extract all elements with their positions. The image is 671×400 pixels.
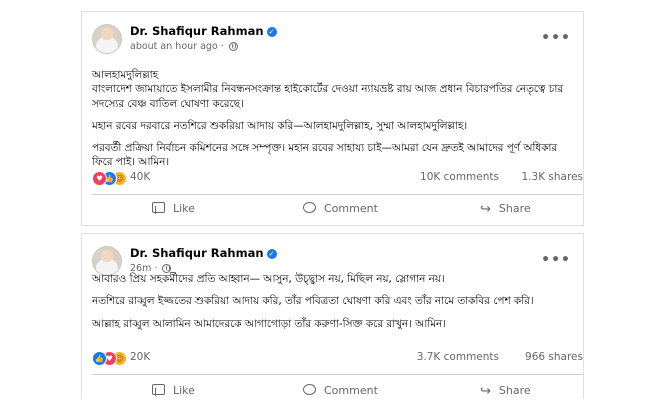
comment-bubble-icon xyxy=(303,202,316,213)
verified-badge-icon: ✓ xyxy=(266,26,277,37)
post-actions: Like Comment ↪ Share xyxy=(82,380,583,399)
post-timestamp[interactable]: about an hour ago xyxy=(130,41,218,52)
verified-badge-icon: ✓ xyxy=(266,248,277,259)
share-button[interactable]: ↪ Share xyxy=(480,198,531,220)
more-options-button[interactable]: ••• xyxy=(541,30,571,46)
avatar[interactable] xyxy=(92,24,122,54)
post-text: আলহামদুলিল্লাহ বাংলাদেশ জামায়াতে ইসলামী… xyxy=(92,68,573,178)
like-reaction-icon: 👍 xyxy=(92,351,107,366)
divider xyxy=(92,194,583,195)
post-paragraph: পরবর্তী প্রক্রিয়া নির্বাচন কমিশনের সঙ্গ… xyxy=(92,142,558,169)
comment-label: Comment xyxy=(324,202,378,215)
more-options-button[interactable]: ••• xyxy=(541,252,571,268)
post-text: আবারও প্রিয় সহকর্মীদের প্রতি আহ্বান— আস… xyxy=(92,272,573,339)
post-meta: about an hour ago · xyxy=(130,41,238,52)
share-label: Share xyxy=(498,384,531,397)
post-actions: Like Comment ↪ Share xyxy=(82,198,583,222)
author-name-text[interactable]: Dr. Shafiqur Rahman xyxy=(130,246,264,260)
like-button[interactable]: Like xyxy=(152,198,195,220)
post-paragraph: আলহামদুলিল্লাহ xyxy=(92,69,159,81)
post-paragraph: নতশিরে রাব্বুল ইজ্জতের শুকরিয়া আদায় কর… xyxy=(92,295,534,308)
post-paragraph: বাংলাদেশ জামায়াতে ইসলামীর নিবন্ধনসংক্রা… xyxy=(92,83,564,110)
divider xyxy=(92,374,583,375)
comment-bubble-icon xyxy=(303,384,316,395)
reactions-count[interactable]: 40K xyxy=(130,171,150,183)
post-stats: ♥ 👍 ☺ 40K 10K comments 1.3K shares xyxy=(92,171,583,187)
share-arrow-icon: ↪ xyxy=(480,384,491,399)
reactions-count[interactable]: 20K xyxy=(130,351,150,363)
globe-icon xyxy=(228,42,238,51)
like-label: Like xyxy=(173,202,195,215)
post-paragraph: আবারও প্রিয় সহকর্মীদের প্রতি আহ্বান— আস… xyxy=(92,273,445,285)
like-button[interactable]: Like xyxy=(152,380,195,399)
share-button[interactable]: ↪ Share xyxy=(480,380,531,399)
like-label: Like xyxy=(173,384,195,397)
comments-count[interactable]: 3.7K comments xyxy=(417,351,499,363)
thumbs-up-icon xyxy=(152,202,165,214)
share-label: Share xyxy=(498,202,531,215)
post-paragraph: মহান রবের দরবারে নতশিরে শুকরিয়া আদায় ক… xyxy=(92,119,468,132)
thumbs-up-icon xyxy=(152,384,165,396)
author-name[interactable]: Dr. Shafiqur Rahman ✓ xyxy=(130,24,277,38)
shares-count[interactable]: 966 shares xyxy=(525,351,583,363)
post-header: Dr. Shafiqur Rahman ✓ about an hour ago ·… xyxy=(92,24,575,58)
comment-label: Comment xyxy=(324,384,378,397)
post-card: Dr. Shafiqur Rahman ✓ 26m · ••• আবারও প্র… xyxy=(81,233,584,399)
author-name-text[interactable]: Dr. Shafiqur Rahman xyxy=(130,24,264,38)
comments-count[interactable]: 10K comments xyxy=(420,171,499,183)
comment-button[interactable]: Comment xyxy=(303,198,378,220)
post-stats: 👍 ♥ ☺ 20K 3.7K comments 966 shares xyxy=(92,351,583,367)
shares-count[interactable]: 1.3K shares xyxy=(522,171,584,183)
author-name[interactable]: Dr. Shafiqur Rahman ✓ xyxy=(130,246,277,260)
love-reaction-icon: ♥ xyxy=(92,171,107,186)
share-arrow-icon: ↪ xyxy=(480,202,491,217)
post-paragraph: আল্লাহ রাব্বুল আলামিন আমাদেরকে আগাগোড়া … xyxy=(92,317,446,330)
meta-separator: · xyxy=(220,41,224,52)
post-card: Dr. Shafiqur Rahman ✓ about an hour ago ·… xyxy=(81,11,584,226)
comment-button[interactable]: Comment xyxy=(303,380,378,399)
